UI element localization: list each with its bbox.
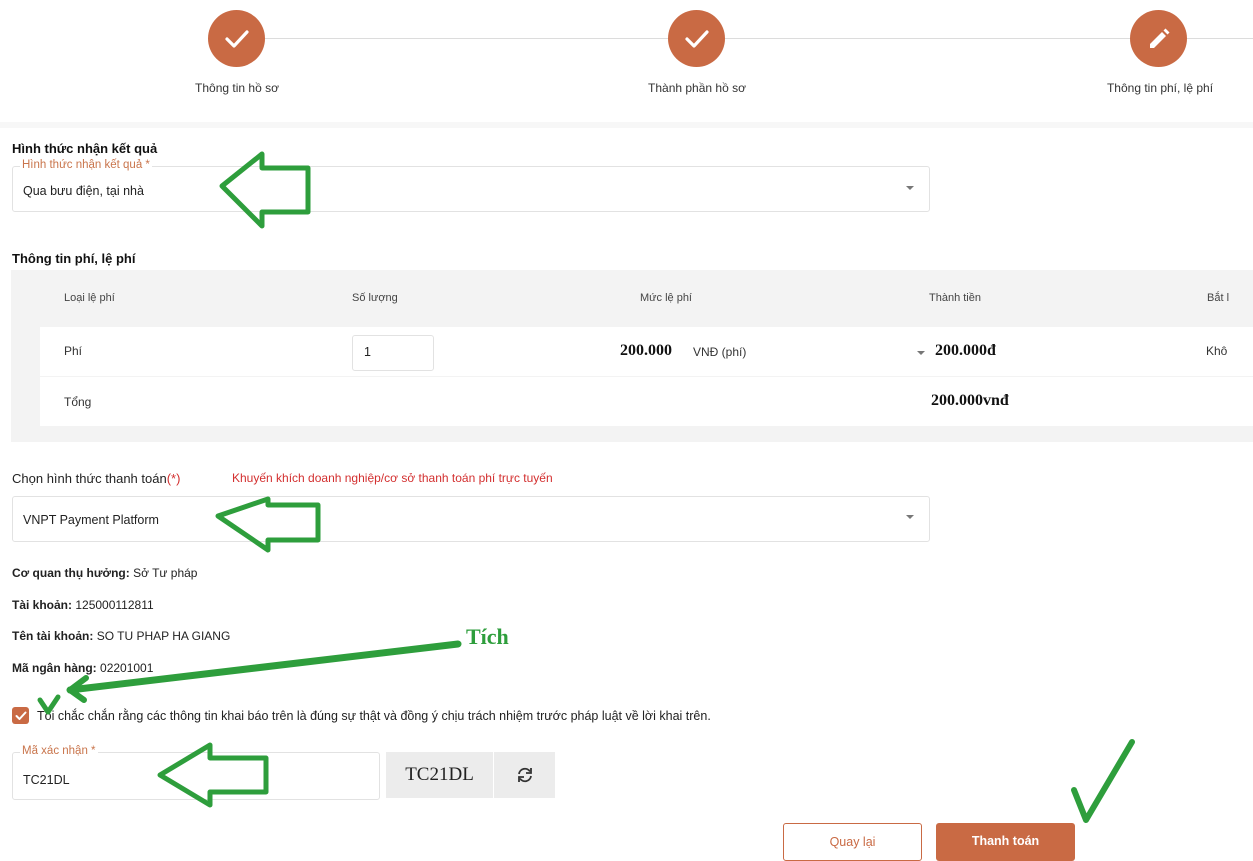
payment-required-mark: (*) xyxy=(166,471,181,486)
result-method-select[interactable]: Qua bưu điện, tại nhà xyxy=(12,166,930,212)
step-2-done-circle[interactable] xyxy=(668,10,725,67)
table-row-total xyxy=(40,377,1253,426)
fee-amount: 200.000 xyxy=(620,342,672,359)
annotation-checkmark xyxy=(1071,739,1135,823)
beneficiary-bank-code: Mã ngân hàng: 02201001 xyxy=(12,661,153,675)
payment-label: Chọn hình thức thanh toán xyxy=(12,471,167,486)
step-connector xyxy=(1187,38,1253,39)
payment-hint: Khuyến khích doanh nghiệp/cơ sở thanh to… xyxy=(232,471,553,485)
fee-required: Khô xyxy=(1206,344,1228,358)
captcha-image-text: TC21DL xyxy=(405,764,474,785)
fees-title: Thông tin phí, lệ phí xyxy=(12,251,136,266)
step-connector xyxy=(265,38,668,39)
check-icon xyxy=(15,711,26,720)
fee-col-type: Loại lệ phí xyxy=(64,292,115,304)
fee-total-label: Tổng xyxy=(64,395,92,409)
pencil-icon xyxy=(1149,28,1169,48)
fee-total: 200.000đ xyxy=(935,342,996,359)
beneficiary-account: Tài khoản: 125000112811 xyxy=(12,598,154,612)
chevron-down-icon xyxy=(906,186,914,190)
beneficiary-account-name: Tên tài khoản: SO TU PHAP HA GIANG xyxy=(12,629,230,643)
payment-label-row: Chọn hình thức thanh toán(*) xyxy=(12,471,180,486)
result-method-value: Qua bưu điện, tại nhà xyxy=(23,184,144,198)
account-value: 125000112811 xyxy=(75,598,154,612)
refresh-icon xyxy=(517,767,532,783)
back-button[interactable]: Quay lại xyxy=(783,823,922,861)
account-name-label: Tên tài khoản: xyxy=(12,629,94,643)
fee-amount-unit: VNĐ (phí) xyxy=(693,345,747,359)
step-3-label: Thông tin phí, lệ phí xyxy=(1106,81,1214,95)
step-2-label: Thành phần hồ sơ xyxy=(648,81,746,95)
step-3-active-circle[interactable] xyxy=(1130,10,1187,67)
step-1-done-circle[interactable] xyxy=(208,10,265,67)
check-icon xyxy=(684,29,709,48)
pay-button[interactable]: Thanh toán xyxy=(936,823,1075,861)
payment-method-select[interactable]: VNPT Payment Platform xyxy=(12,496,930,542)
stepper-divider xyxy=(0,122,1253,128)
chevron-down-icon[interactable] xyxy=(917,351,925,355)
captcha-label: Mã xác nhận * xyxy=(20,745,98,757)
chevron-down-icon xyxy=(906,515,914,519)
agency-value: Sở Tư pháp xyxy=(133,566,198,580)
payment-method-value: VNPT Payment Platform xyxy=(23,513,159,527)
check-icon xyxy=(224,29,249,48)
annotation-tich-text: Tích xyxy=(466,624,509,649)
account-name-value: SO TU PHAP HA GIANG xyxy=(96,629,231,643)
account-label: Tài khoản: xyxy=(12,598,73,612)
result-method-title: Hình thức nhận kết quả xyxy=(12,141,158,156)
fee-grand-total: 200.000vnđ xyxy=(931,392,1009,409)
captcha-input[interactable]: TC21DL xyxy=(12,752,380,800)
fee-col-total: Thành tiền xyxy=(929,292,981,304)
agreement-text[interactable]: Tôi chắc chắn rằng các thông tin khai bá… xyxy=(37,709,711,723)
captcha-refresh-button[interactable] xyxy=(494,752,555,798)
fee-col-required: Bắt l xyxy=(1207,292,1230,304)
agency-label: Cơ quan thụ hưởng: xyxy=(12,566,130,580)
captcha-image: TC21DL xyxy=(386,752,493,798)
fee-col-quantity: Số lượng xyxy=(352,292,398,304)
quantity-input[interactable]: 1 xyxy=(352,335,434,371)
step-1-label: Thông tin hồ sơ xyxy=(195,81,279,95)
fee-col-amount: Mức lệ phí xyxy=(640,292,692,304)
result-method-label: Hình thức nhận kết quả * xyxy=(20,159,152,171)
agreement-checkbox[interactable] xyxy=(12,707,29,724)
beneficiary-agency: Cơ quan thụ hưởng: Sở Tư pháp xyxy=(12,566,197,580)
step-connector xyxy=(725,38,1130,39)
bank-code-value: 02201001 xyxy=(100,661,154,675)
captcha-value: TC21DL xyxy=(23,773,70,787)
bank-code-label: Mã ngân hàng: xyxy=(12,661,97,675)
fee-type: Phí xyxy=(64,344,83,358)
